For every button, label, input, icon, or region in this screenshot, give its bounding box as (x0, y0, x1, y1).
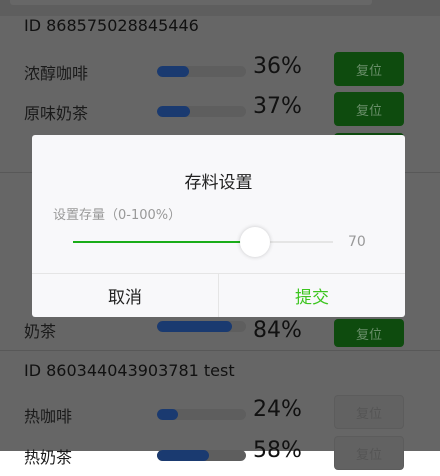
list-item: 原味奶茶 37% 复位 (0, 92, 440, 132)
progress-fill (157, 409, 179, 420)
divider (0, 350, 440, 351)
progress-bar (157, 321, 246, 332)
progress-bar (157, 409, 246, 420)
reset-button[interactable]: 复位 (334, 92, 404, 126)
progress-bar (157, 106, 246, 117)
list-item: 热奶茶 58% 复位 (0, 436, 440, 476)
dialog-title: 存料设置 (184, 173, 253, 193)
item-name: 原味奶茶 (24, 104, 89, 123)
reset-button[interactable]: 复位 (334, 52, 404, 86)
submit-button[interactable]: 提交 (219, 274, 405, 317)
top-bar (0, 0, 440, 16)
reset-button[interactable]: 复位 (334, 436, 404, 470)
slider-fill (73, 241, 255, 243)
reset-button[interactable]: 复位 (334, 395, 404, 429)
item-name: 热咖啡 (24, 407, 73, 426)
percent: 24% (253, 397, 302, 422)
progress-bar (157, 450, 246, 461)
progress-fill (157, 450, 209, 461)
slider-value: 70 (348, 234, 366, 250)
slider-thumb[interactable] (240, 227, 270, 257)
progress-fill (157, 321, 232, 332)
percent: 37% (253, 94, 302, 119)
progress-bar (157, 66, 246, 77)
list-item: 浓醇咖啡 36% 复位 (0, 52, 440, 92)
device-id: ID 860344043903781 test (24, 361, 235, 380)
item-name: 奶茶 (24, 322, 57, 341)
item-name: 热奶茶 (24, 448, 73, 467)
stock-slider[interactable] (73, 227, 333, 257)
stock-setting-dialog: 存料设置 设置存量（0-100%） 70 取消 提交 (32, 135, 405, 317)
cancel-button[interactable]: 取消 (32, 274, 219, 317)
progress-fill (157, 66, 190, 77)
search-input[interactable] (10, 0, 372, 5)
percent: 84% (253, 318, 302, 343)
dialog-hint: 设置存量（0-100%） (53, 208, 182, 223)
percent: 36% (253, 54, 302, 79)
device-id: ID 868575028845446 (24, 16, 199, 35)
list-item: 热咖啡 24% 复位 (0, 395, 440, 435)
item-name: 浓醇咖啡 (24, 64, 89, 83)
reset-button[interactable]: 复位 (334, 319, 404, 347)
progress-fill (157, 106, 190, 117)
